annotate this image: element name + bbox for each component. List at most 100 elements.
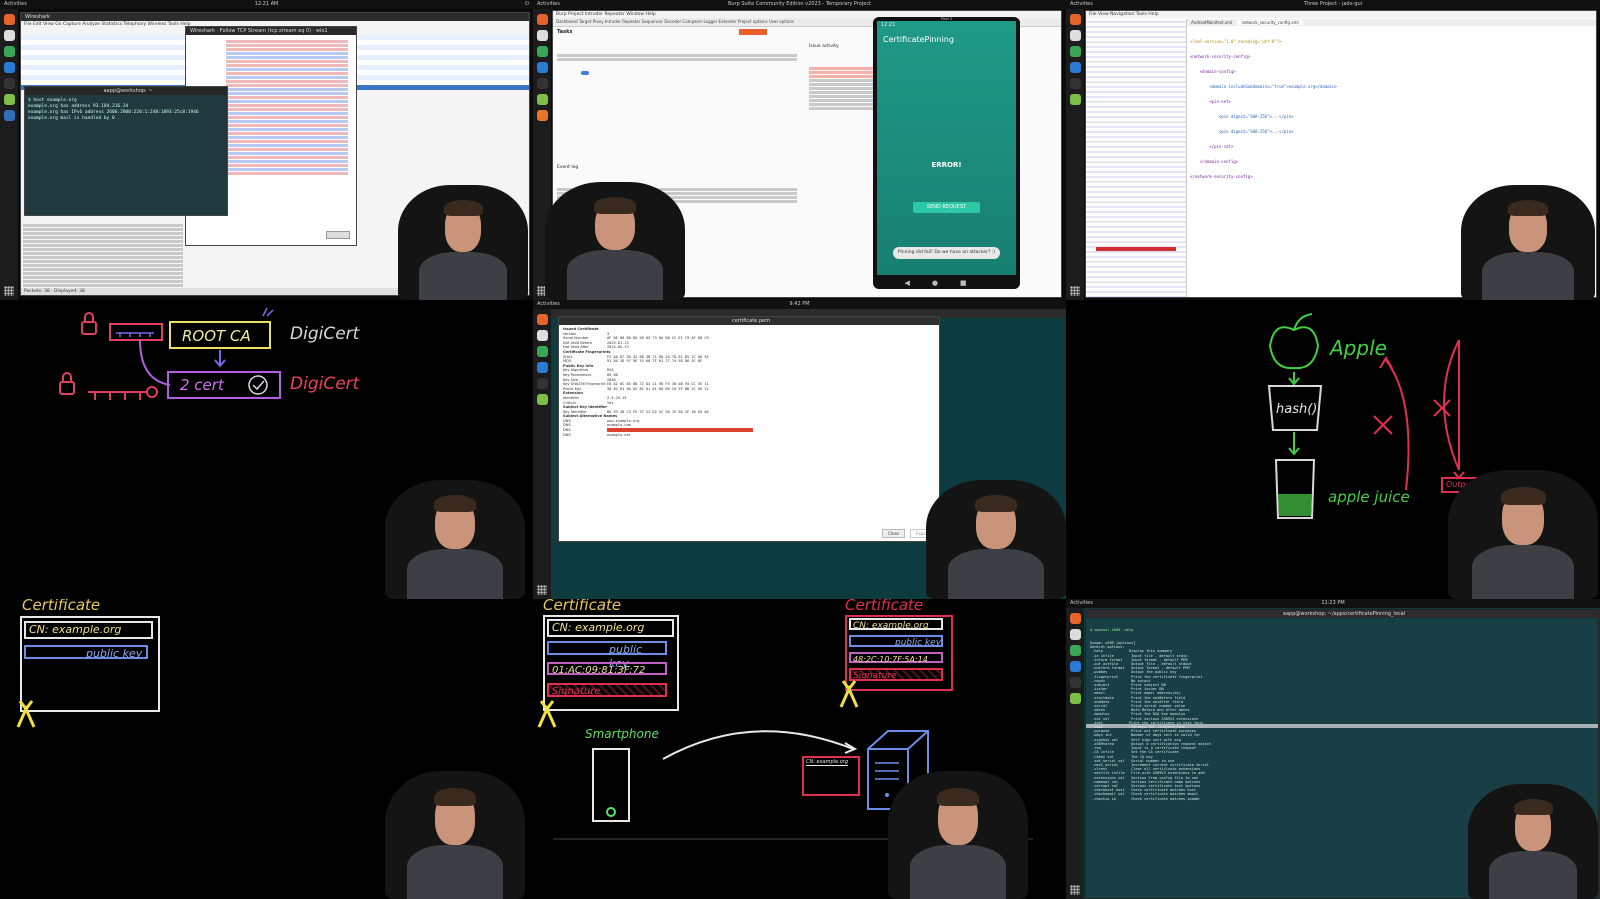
vscode-icon[interactable] <box>536 362 548 373</box>
activities-button[interactable]: Activities <box>1070 599 1093 608</box>
activities-button[interactable]: Activities <box>1070 0 1093 9</box>
android-icon[interactable] <box>536 394 548 405</box>
new-scan-button[interactable] <box>739 29 767 35</box>
file-tree[interactable] <box>1086 19 1187 297</box>
tile-root-ca-drawing: ROOT CA DigiCert 2 cert DigiCert <box>0 300 533 599</box>
files-icon[interactable] <box>536 330 548 341</box>
certificate-fields: Issued Certificate Version 3 Serial Number 0… <box>563 327 935 437</box>
app-grid-icon[interactable] <box>1070 286 1080 296</box>
app-grid-icon[interactable] <box>537 585 547 595</box>
apple-juice-label: apple juice <box>1328 488 1410 506</box>
files-icon[interactable] <box>1069 629 1081 640</box>
wireshark-title: Wireshark <box>21 13 529 21</box>
android-icon[interactable] <box>536 94 548 105</box>
phone-nav-bar[interactable]: ◀●■ <box>873 279 1020 287</box>
tile-certificate-viewer: Activities 9:42 PM certificate.pem Issue… <box>533 300 1066 599</box>
files-icon[interactable] <box>536 30 548 41</box>
find-button[interactable] <box>326 231 350 239</box>
activities-button[interactable]: Activities <box>537 0 560 9</box>
wireshark-icon[interactable] <box>3 110 15 121</box>
tile-certificate-simple: Certificate CN: example.org public key <box>0 599 533 899</box>
dock <box>1066 9 1084 300</box>
top-bar: Activities 11:23 PM <box>1066 599 1600 608</box>
chrome-icon[interactable] <box>1069 645 1081 656</box>
android-icon[interactable] <box>1069 693 1081 704</box>
field-key: DNS <box>563 432 571 437</box>
event-log-label: Event log <box>557 165 579 170</box>
chrome-icon[interactable] <box>3 46 15 57</box>
terminal-icon[interactable] <box>536 378 548 389</box>
key-box <box>109 323 163 341</box>
files-icon[interactable] <box>1069 30 1081 41</box>
chrome-icon[interactable] <box>1069 46 1081 57</box>
presenter <box>1461 185 1595 300</box>
field-value: www.example.org <box>607 418 640 423</box>
dock <box>1066 608 1084 899</box>
terminal-output[interactable]: $ openssl x509 -help Usage: x509 [option… <box>1086 618 1598 803</box>
field-value: RSA <box>607 368 614 373</box>
firefox-icon[interactable] <box>536 314 548 325</box>
certificate-field-row: DNS example.net <box>563 433 935 438</box>
android-icon[interactable] <box>1069 94 1081 105</box>
tab-android-manifest[interactable]: AndroidManifest.xml <box>1187 20 1236 25</box>
app-grid-icon[interactable] <box>4 286 14 296</box>
tab-network-security-config[interactable]: network_security_config.xml <box>1237 20 1303 25</box>
error-text: ERROR! <box>931 161 962 169</box>
digicert-label-2: DigiCert <box>290 374 360 394</box>
presenter <box>926 480 1066 599</box>
tasks-list <box>557 53 797 62</box>
terminal-icon[interactable] <box>1069 677 1081 688</box>
burp-icon[interactable] <box>536 110 548 121</box>
chrome-icon[interactable] <box>536 46 548 57</box>
code-editor[interactable]: <?xml version="1.0" encoding="utf-8"?> <… <box>1190 29 1337 189</box>
activities-button[interactable]: Activities <box>537 300 560 309</box>
firefox-icon[interactable] <box>536 14 548 25</box>
clock: 11:23 PM <box>1321 600 1345 606</box>
field-value: 91 8A 3D 97 9E 15 66 7F 01 27 74 5D D6 3… <box>607 359 703 364</box>
vscode-icon[interactable] <box>1069 62 1081 73</box>
vscode-icon[interactable] <box>536 62 548 73</box>
request-arrow <box>662 730 854 760</box>
activities-button[interactable]: Activities <box>4 0 27 9</box>
firefox-icon[interactable] <box>3 14 15 25</box>
presenter <box>385 480 525 599</box>
dock <box>533 309 551 599</box>
phone-status-bar: 12:21 <box>881 22 896 28</box>
field-value: 30 82 01 0A 02 82 01 01 00 86 C6 3F 8B 2… <box>607 386 709 391</box>
digicert-label-1: DigiCert <box>290 324 360 344</box>
terminal-icon[interactable] <box>3 78 15 89</box>
field-value: 2048 <box>607 377 616 382</box>
red-arrow <box>1385 359 1410 491</box>
follow-stream-title: Wireshark · Follow TCP Stream (tcp.strea… <box>186 27 356 35</box>
chrome-icon[interactable] <box>536 346 548 357</box>
field-value: 2023-01-13 <box>607 340 629 345</box>
selected-tree-item[interactable] <box>1096 247 1176 251</box>
android-icon[interactable] <box>3 94 15 105</box>
field-value: B0 93 30 C3 FE 37 23 D2 5C 9A 1E 0A 2F 1… <box>607 409 709 414</box>
burp-title-bar: Burp Suite Community Edition v2023 - Tem… <box>727 1 872 7</box>
close-button[interactable]: Close <box>882 529 905 538</box>
highlighted-fingerprint[interactable] <box>607 428 753 432</box>
terminal-icon[interactable] <box>536 78 548 89</box>
terminal-icon[interactable] <box>1069 78 1081 89</box>
terminal-output: $ host example.org example.org has addre… <box>28 98 199 121</box>
send-request-button[interactable]: SEND REQUEST <box>913 202 980 213</box>
tile-wireshark: Activities 12:21 AM ⏻ Wireshark File Edi… <box>0 0 533 300</box>
vscode-icon[interactable] <box>3 62 15 73</box>
editor-tabs[interactable]: AndroidManifest.xml network_security_con… <box>1187 19 1596 26</box>
packet-bytes <box>23 223 183 288</box>
arrow-down <box>214 350 226 368</box>
jadx-menu[interactable]: File View Navigation Tools Help <box>1086 11 1596 18</box>
field-value: 3 <box>607 331 610 336</box>
firefox-icon[interactable] <box>1069 613 1081 624</box>
field-value: 2024-02-13 <box>607 345 629 350</box>
files-icon[interactable] <box>3 30 15 41</box>
presenter <box>545 182 685 300</box>
toggle-live-capture[interactable] <box>581 71 589 75</box>
firefox-icon[interactable] <box>1069 14 1081 25</box>
presenter <box>888 771 1028 899</box>
system-tray-icons[interactable]: ⏻ <box>525 0 529 9</box>
issue-activity-label: Issue activity <box>809 44 839 49</box>
app-grid-icon[interactable] <box>1070 885 1080 895</box>
vscode-icon[interactable] <box>1069 661 1081 672</box>
